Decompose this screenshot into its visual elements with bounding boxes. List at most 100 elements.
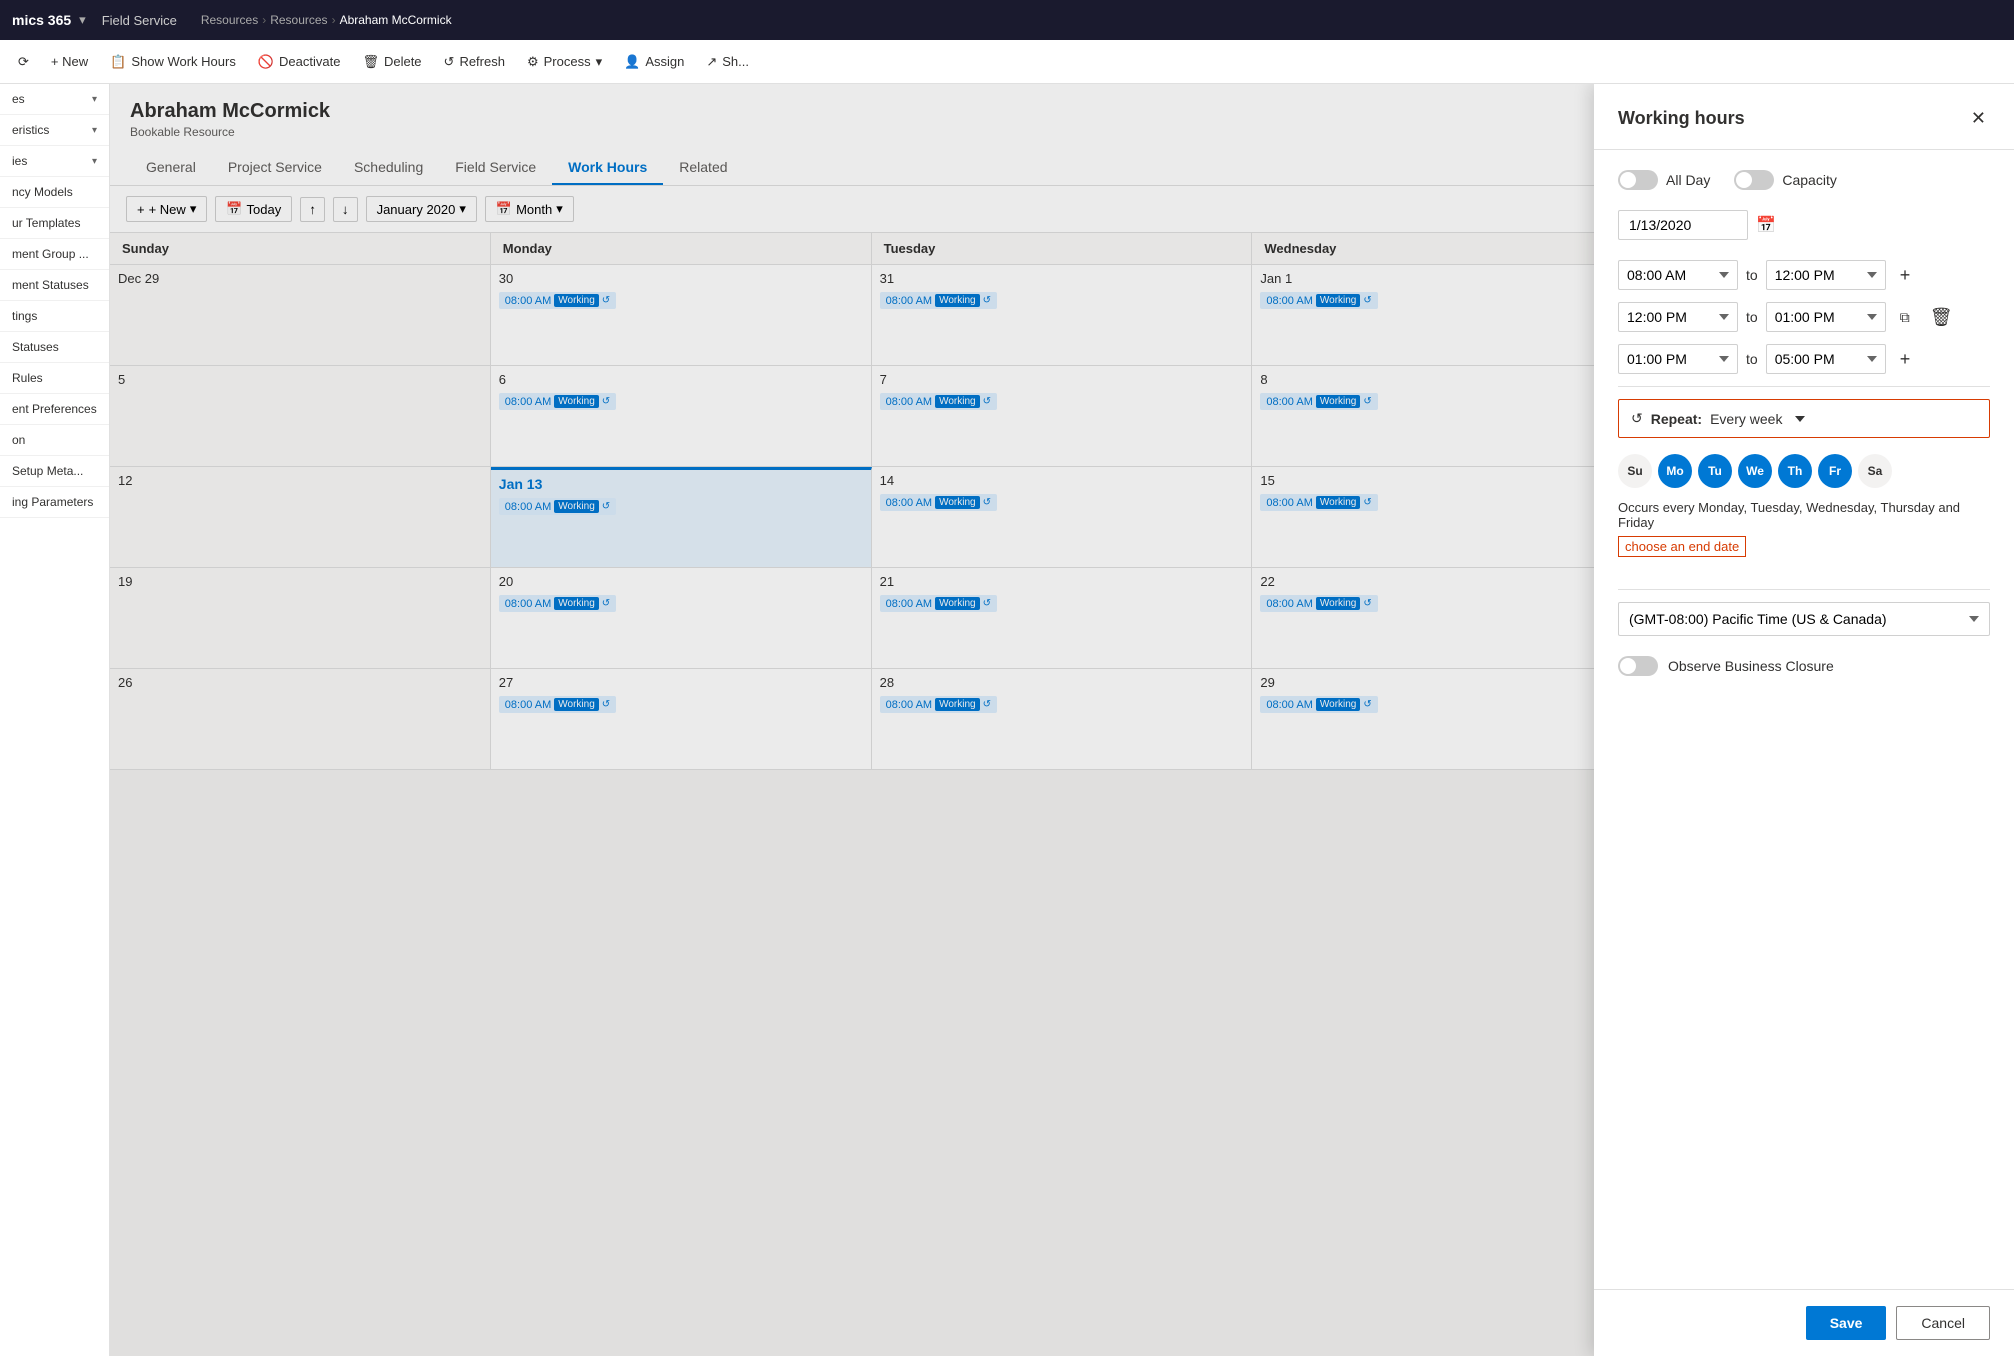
tab-field-service[interactable]: Field Service (439, 151, 552, 185)
tab-work-hours[interactable]: Work Hours (552, 151, 663, 185)
tab-related[interactable]: Related (663, 151, 743, 185)
day-circle-sa[interactable]: Sa (1858, 454, 1892, 488)
cal-view-button[interactable]: 📅 Month ▾ (485, 196, 574, 222)
cal-cell-19[interactable]: 19 (110, 568, 491, 668)
assign-button[interactable]: 👤 Assign (614, 48, 694, 76)
tab-scheduling[interactable]: Scheduling (338, 151, 439, 185)
show-work-hours-button[interactable]: 📋 Show Work Hours (100, 48, 246, 76)
cal-cell-12[interactable]: 12 (110, 467, 491, 567)
observe-toggle[interactable] (1618, 656, 1658, 676)
time-from-2[interactable]: 12:00 PM (1618, 302, 1738, 332)
sidebar-item-ent-preferences[interactable]: ent Preferences (0, 394, 109, 425)
day-circle-we[interactable]: We (1738, 454, 1772, 488)
process-button[interactable]: ⚙ Process ▾ (517, 48, 612, 76)
process-icon: ⚙ (527, 54, 539, 70)
sidebar-item-setup-meta[interactable]: Setup Meta... (0, 456, 109, 487)
copy-time-slot-2-button[interactable]: ⧉ (1894, 307, 1916, 328)
repeat-box: ↺ Repeat: Every week Every day Every mon… (1618, 399, 1990, 438)
cal-cell-dec30[interactable]: 30 08:00 AM Working ↺ (491, 265, 872, 365)
breadcrumb-resources2[interactable]: Resources (270, 13, 327, 27)
breadcrumb-resources1[interactable]: Resources (201, 13, 258, 27)
cal-cell-26[interactable]: 26 (110, 669, 491, 769)
today-icon: 📅 (226, 201, 242, 217)
day-circle-fr[interactable]: Fr (1818, 454, 1852, 488)
sidebar: es ▾ eristics ▾ ies ▾ ncy Models ur Temp… (0, 84, 110, 1356)
cal-cell-dec31[interactable]: 31 08:00 AM Working ↺ (872, 265, 1253, 365)
time-to-1[interactable]: 12:00 PM (1766, 260, 1886, 290)
top-nav: mics 365 ▾ Field Service Resources › Res… (0, 0, 2014, 40)
tab-general[interactable]: General (130, 151, 212, 185)
toggle-row: All Day Capacity (1618, 170, 1990, 190)
add-time-slot-3-button[interactable]: + (1894, 347, 1917, 372)
refresh-icon: ↺ (1363, 497, 1371, 508)
sidebar-item-ies[interactable]: ies ▾ (0, 146, 109, 177)
sidebar-item-ncy-models[interactable]: ncy Models (0, 177, 109, 208)
capacity-toggle[interactable] (1734, 170, 1774, 190)
delete-button[interactable]: 🗑 Delete (352, 48, 431, 76)
cal-cell-14[interactable]: 14 08:00 AM Working ↺ (872, 467, 1253, 567)
working-badge-dec31: 08:00 AM Working ↺ (880, 292, 997, 309)
sidebar-item-ing-parameters[interactable]: ing Parameters (0, 487, 109, 518)
history-button[interactable]: ⟳ (8, 48, 39, 76)
sidebar-item-ment-group[interactable]: ment Group ... (0, 239, 109, 270)
cal-cell-28[interactable]: 28 08:00 AM Working ↺ (872, 669, 1253, 769)
cal-today-button[interactable]: 📅 Today (215, 196, 292, 222)
sidebar-item-on[interactable]: on (0, 425, 109, 456)
time-from-3[interactable]: 01:00 PM (1618, 344, 1738, 374)
cancel-button[interactable]: Cancel (1896, 1306, 1990, 1340)
delete-time-slot-2-button[interactable]: 🗑 (1924, 305, 1959, 330)
all-day-toggle[interactable] (1618, 170, 1658, 190)
sidebar-item-statuses[interactable]: Statuses (0, 332, 109, 363)
sidebar-item-ur-templates[interactable]: ur Templates (0, 208, 109, 239)
new-button[interactable]: + New (41, 48, 98, 75)
date-input[interactable] (1618, 210, 1748, 240)
sidebar-item-es[interactable]: es ▾ (0, 84, 109, 115)
sidebar-item-rules[interactable]: Rules (0, 363, 109, 394)
cal-header-monday: Monday (491, 233, 872, 264)
deactivate-button[interactable]: 🚫 Deactivate (248, 48, 351, 76)
working-badge-15: 08:00 AM Working ↺ (1260, 494, 1377, 511)
cal-period-button[interactable]: January 2020 ▾ (366, 196, 477, 222)
cal-cell-29[interactable]: 29 08:00 AM Working ↺ (1252, 669, 1633, 769)
cal-cell-27[interactable]: 27 08:00 AM Working ↺ (491, 669, 872, 769)
tab-project-service[interactable]: Project Service (212, 151, 338, 185)
cal-new-button[interactable]: + + New ▾ (126, 196, 207, 222)
add-time-slot-1-button[interactable]: + (1894, 263, 1917, 288)
day-circle-th[interactable]: Th (1778, 454, 1812, 488)
calendar-icon[interactable]: 📅 (1756, 215, 1776, 235)
cal-cell-20[interactable]: 20 08:00 AM Working ↺ (491, 568, 872, 668)
day-circle-tu[interactable]: Tu (1698, 454, 1732, 488)
cal-cell-21[interactable]: 21 08:00 AM Working ↺ (872, 568, 1253, 668)
timezone-select[interactable]: (GMT-08:00) Pacific Time (US & Canada) (1618, 602, 1990, 636)
cal-cell-jan13[interactable]: Jan 13 08:00 AM Working ↺ (491, 467, 872, 567)
plus-icon: + (137, 202, 145, 217)
app-chevron[interactable]: ▾ (79, 12, 86, 28)
panel-header: Working hours ✕ (1594, 84, 2014, 150)
sidebar-item-eristics[interactable]: eristics ▾ (0, 115, 109, 146)
time-slot-2: 12:00 PM to 01:00 PM ⧉ 🗑 (1618, 302, 1990, 332)
cal-cell-dec29[interactable]: Dec 29 (110, 265, 491, 365)
cal-prev-button[interactable]: ↑ (300, 197, 325, 222)
day-circle-mo[interactable]: Mo (1658, 454, 1692, 488)
cal-cell-jan1[interactable]: Jan 1 08:00 AM Working ↺ (1252, 265, 1633, 365)
time-from-1[interactable]: 08:00 AM (1618, 260, 1738, 290)
day-circle-su[interactable]: Su (1618, 454, 1652, 488)
cal-cell-7[interactable]: 7 08:00 AM Working ↺ (872, 366, 1253, 466)
panel-close-button[interactable]: ✕ (1967, 104, 1990, 133)
cal-cell-5[interactable]: 5 (110, 366, 491, 466)
time-to-3[interactable]: 05:00 PM (1766, 344, 1886, 374)
share-button[interactable]: ↗ Sh... (696, 48, 759, 76)
cal-next-button[interactable]: ↓ (333, 197, 358, 222)
refresh-button[interactable]: ↺ Refresh (434, 48, 515, 76)
cal-cell-8[interactable]: 8 08:00 AM Working ↺ (1252, 366, 1633, 466)
time-to-2[interactable]: 01:00 PM (1766, 302, 1886, 332)
cal-cell-6[interactable]: 6 08:00 AM Working ↺ (491, 366, 872, 466)
choose-end-date-link[interactable]: choose an end date (1618, 536, 1746, 557)
sidebar-item-tings[interactable]: tings (0, 301, 109, 332)
cal-cell-15[interactable]: 15 08:00 AM Working ↺ (1252, 467, 1633, 567)
cal-cell-22[interactable]: 22 08:00 AM Working ↺ (1252, 568, 1633, 668)
app-name[interactable]: mics 365 (12, 12, 71, 28)
save-button[interactable]: Save (1806, 1306, 1887, 1340)
repeat-select[interactable]: Every week Every day Every month Never (1710, 411, 1805, 427)
sidebar-item-ment-statuses[interactable]: ment Statuses (0, 270, 109, 301)
